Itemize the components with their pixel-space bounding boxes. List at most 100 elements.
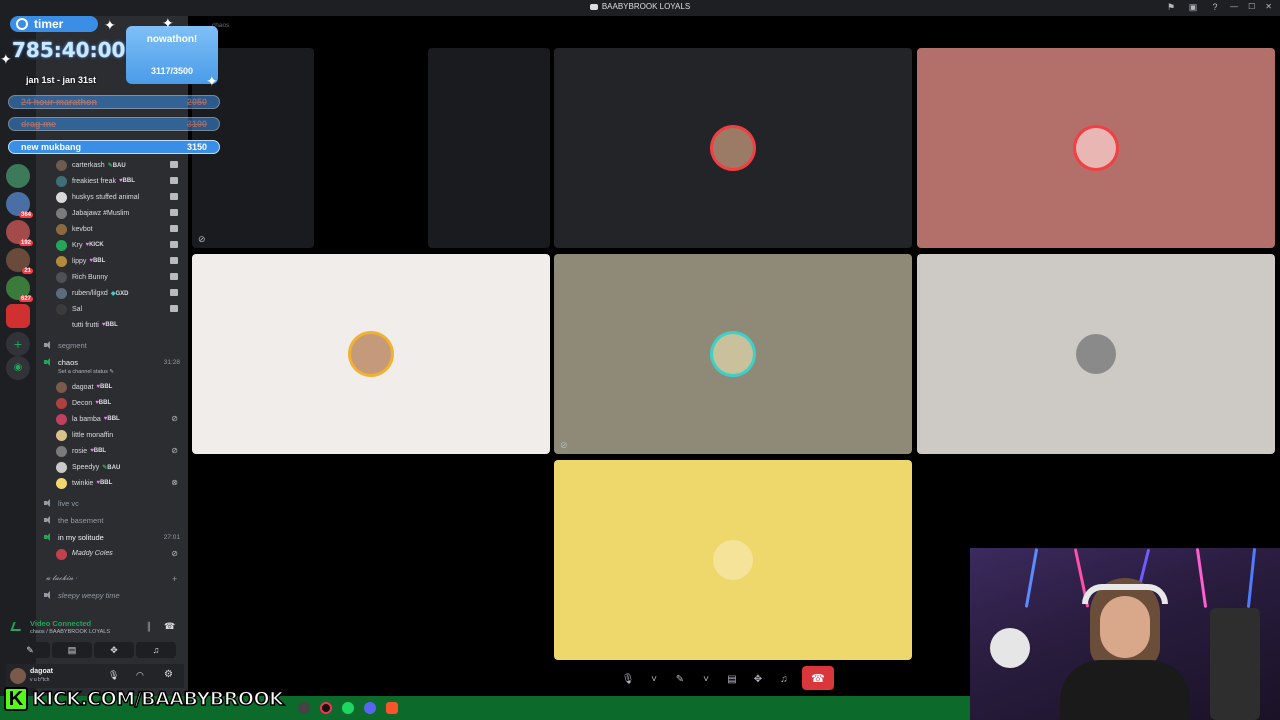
participant-tile[interactable]: [917, 254, 1275, 454]
participant-tile[interactable]: [192, 254, 550, 454]
channel-category[interactable]: 𝓾 𝓵𝓪𝓬𝓴𝓲𝓷 ·: [46, 575, 78, 583]
voice-channel[interactable]: sleepy weepy time: [44, 588, 184, 602]
spotify-icon[interactable]: [342, 702, 354, 714]
brave-icon[interactable]: [386, 702, 398, 714]
screen-share-button[interactable]: ▤: [52, 642, 92, 658]
plush-toy: [990, 628, 1030, 668]
voice-member[interactable]: rosie ♥BBL ⊘: [56, 444, 186, 458]
camera-tile-partial[interactable]: [428, 48, 550, 248]
activities-icon: ✥: [110, 644, 118, 655]
chevron-down-icon[interactable]: ˅: [698, 671, 714, 687]
avatar[interactable]: [10, 668, 26, 684]
goal-bar: new mukbang 3150: [8, 140, 220, 154]
notification-badge: 364: [18, 212, 33, 218]
voice-member[interactable]: kevbot: [56, 222, 186, 236]
soundboard-icon: ♫: [152, 645, 160, 655]
minimize-icon[interactable]: —: [1230, 2, 1238, 11]
add-server-icon[interactable]: +: [6, 332, 30, 356]
headphones-icon[interactable]: ◠: [136, 670, 144, 681]
obs-icon[interactable]: [298, 702, 310, 714]
voice-channel[interactable]: live vc: [44, 496, 184, 510]
server-icon[interactable]: 192: [6, 220, 33, 246]
voice-member[interactable]: tutti frutti ♥BBL: [56, 318, 186, 332]
voice-member[interactable]: ruben/lilgxd ◆GXD: [56, 286, 186, 300]
settings-gear-icon[interactable]: ⚙: [164, 669, 173, 680]
participant-tile[interactable]: [554, 48, 912, 248]
speaker-icon: [44, 358, 53, 366]
explore-servers-icon[interactable]: ◉: [6, 356, 30, 380]
avatar: [56, 207, 67, 219]
camera-off-button[interactable]: ✎: [10, 642, 50, 658]
voice-member[interactable]: Sal: [56, 302, 186, 316]
server-icon[interactable]: 364: [6, 192, 33, 218]
avatar: [56, 429, 67, 441]
camera-off-icon: ✎: [26, 644, 34, 655]
voice-status[interactable]: Video Connected: [30, 619, 91, 628]
participant-tile[interactable]: ⊘: [554, 254, 912, 454]
participant-tile[interactable]: [554, 460, 912, 660]
voice-member[interactable]: la bamba ♥BBL ⊘: [56, 412, 186, 426]
avatar: [56, 381, 67, 393]
server-icon[interactable]: [6, 304, 30, 328]
channel-status[interactable]: Set a channel status ✎: [58, 369, 114, 375]
voice-member[interactable]: huskys stuffed animal: [56, 190, 186, 204]
member-name: little monaffin: [72, 431, 114, 439]
member-name: freakiest freak: [72, 177, 116, 185]
voice-channel[interactable]: segment: [44, 338, 184, 352]
noise-suppression-icon[interactable]: ║: [146, 622, 156, 631]
camera-icon[interactable]: ✎: [672, 671, 688, 687]
username[interactable]: dagoat: [30, 668, 53, 675]
member-name: Rich Bunny: [72, 273, 108, 281]
member-name: Jabajawz #Muslim: [72, 209, 130, 217]
activities-button[interactable]: ✥: [94, 642, 134, 658]
member-name: Kry: [72, 241, 83, 249]
microphone-icon[interactable]: 🎙︎: [620, 671, 636, 687]
voice-member[interactable]: little monaffin: [56, 428, 186, 442]
screen-icon[interactable]: ▣: [1188, 2, 1198, 12]
notification-badge: 192: [18, 240, 33, 246]
voice-channel[interactable]: in my solitude 27:01: [44, 530, 184, 544]
voice-location[interactable]: chaos / BAABYBROOK LOYALS: [30, 629, 110, 635]
voice-channel[interactable]: chaos 31:28: [44, 355, 184, 369]
soundboard-icon[interactable]: ♫: [776, 671, 792, 687]
server-icon[interactable]: 627: [6, 276, 33, 302]
disconnect-icon[interactable]: ☎: [164, 621, 176, 631]
disconnect-button[interactable]: ☎: [802, 666, 834, 690]
avatar: [56, 287, 67, 299]
voice-member[interactable]: Jabajawz #Muslim: [56, 206, 186, 220]
voice-channel[interactable]: the basement: [44, 513, 184, 527]
voice-member[interactable]: Speedyy ✎BAU: [56, 460, 186, 474]
screen-share-icon[interactable]: ▤: [724, 671, 740, 687]
server-icon[interactable]: 21: [6, 248, 33, 274]
add-channel-icon[interactable]: +: [172, 574, 177, 584]
sparkle-icon: ✦: [0, 51, 12, 67]
voice-member[interactable]: Rich Bunny: [56, 270, 186, 284]
streamer-face: [1100, 596, 1150, 658]
streaming-icon: [170, 257, 178, 264]
voice-member[interactable]: 𝑀𝑎𝑑𝑑𝑦 𝐶𝑜𝑙𝑒𝑠 ⊘: [56, 547, 186, 561]
goal-value: 3150: [186, 142, 207, 152]
voice-member[interactable]: Kry ♥KICK: [56, 238, 186, 252]
voice-member[interactable]: Decon ♥BBL: [56, 396, 186, 410]
member-tag: ♥KICK: [86, 242, 104, 248]
microphone-icon[interactable]: 🎙︎: [108, 670, 119, 681]
inbox-flag-icon[interactable]: ⚑: [1166, 2, 1176, 12]
member-tag-text: GXD: [115, 290, 129, 297]
voice-member[interactable]: twinkie ♥BBL ⊗: [56, 476, 186, 490]
voice-member[interactable]: carterkash ✎BAU: [56, 158, 186, 172]
participant-tile[interactable]: [917, 48, 1275, 248]
maximize-icon[interactable]: ☐: [1248, 2, 1255, 11]
clock-icon: [16, 18, 28, 30]
tiktok-icon[interactable]: [320, 702, 332, 714]
close-icon[interactable]: ✕: [1265, 2, 1272, 11]
soundboard-button[interactable]: ♫: [136, 642, 176, 658]
voice-member[interactable]: freakiest freak ♥BBL: [56, 174, 186, 188]
server-icon[interactable]: [6, 164, 30, 188]
voice-member[interactable]: lippy ♥BBL: [56, 254, 186, 268]
help-icon[interactable]: ?: [1210, 2, 1220, 12]
activities-icon[interactable]: ✥: [750, 671, 766, 687]
discord-icon[interactable]: [364, 702, 376, 714]
voice-member[interactable]: dagoat ♥BBL: [56, 380, 186, 394]
chevron-down-icon[interactable]: ˅: [646, 671, 662, 687]
window-title: BAABYBROOK LOYALS: [0, 2, 1280, 11]
